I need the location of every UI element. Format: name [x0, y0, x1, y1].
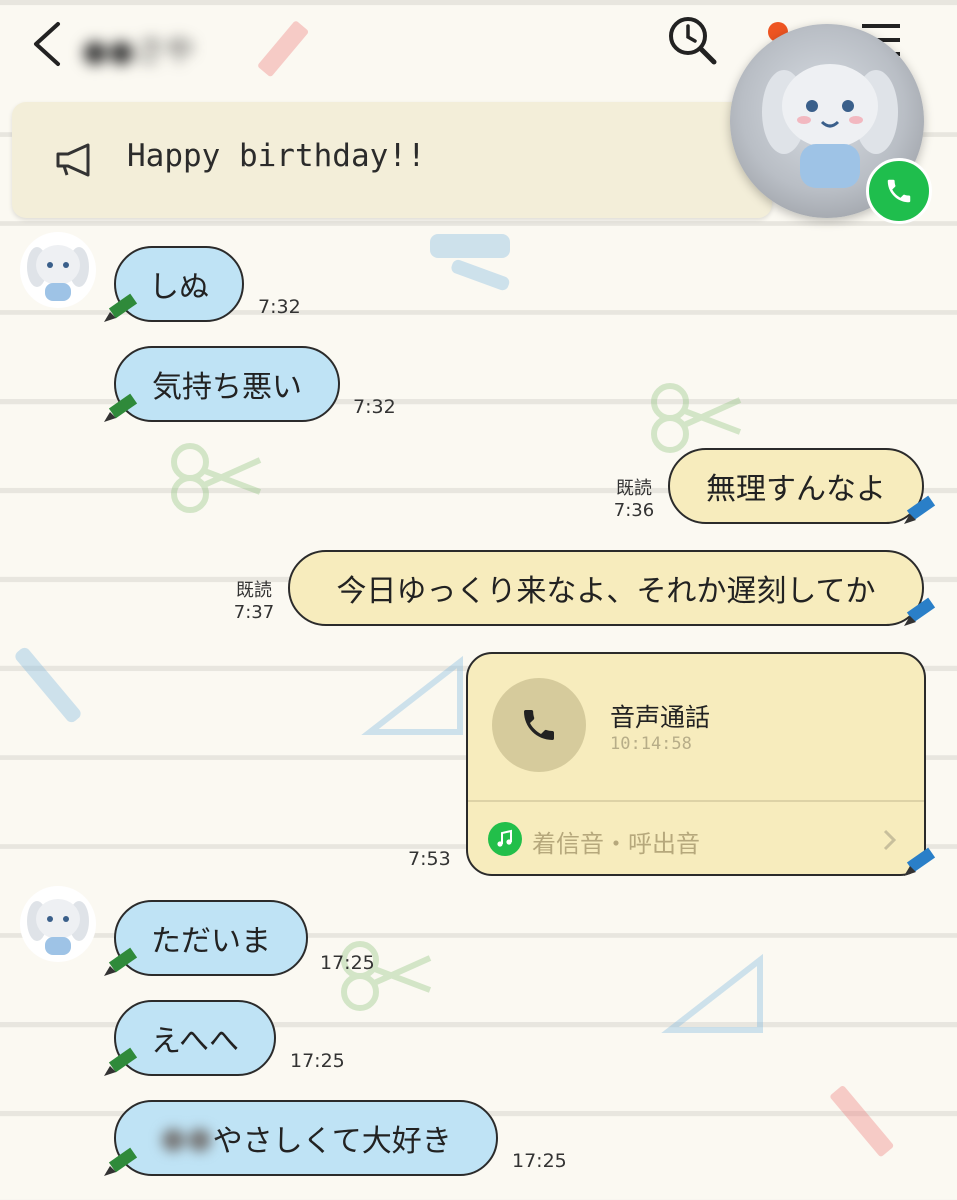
- call-icon-circle: [492, 678, 586, 772]
- message-text: ただいま: [151, 924, 271, 959]
- pencil-icon: [104, 947, 138, 976]
- message-text: しぬ: [149, 270, 209, 305]
- message-text: 今日ゆっくり来なよ、それか遅刻してか: [336, 574, 876, 609]
- ringtone-link[interactable]: 着信音・呼出音: [532, 824, 700, 859]
- message-text: やさしくて大好き: [212, 1124, 452, 1159]
- call-title: 音声通話: [610, 703, 711, 732]
- message-bubble-outgoing[interactable]: 無理すんなよ: [668, 448, 924, 524]
- call-duration: 10:14:58: [610, 734, 692, 754]
- message-time: 7:32: [353, 396, 396, 418]
- hidden-name: ●●: [160, 1120, 213, 1156]
- message-text: 無理すんなよ: [706, 472, 886, 507]
- divider: [468, 800, 924, 802]
- contact-name: ●●さや: [82, 34, 195, 69]
- pencil-icon: [104, 393, 138, 422]
- pencil-icon: [904, 495, 936, 524]
- ruler-doodle-icon: [661, 953, 763, 1033]
- search-icon[interactable]: [664, 12, 720, 68]
- read-receipt: 既読 7:37: [233, 580, 275, 623]
- pencil-icon: [104, 1047, 138, 1076]
- pencil-doodle-icon: [258, 21, 309, 77]
- contact-avatar[interactable]: [20, 232, 96, 308]
- plush-avatar-icon: [27, 245, 89, 301]
- announcement-banner[interactable]: Happy birthday!!: [12, 102, 772, 218]
- read-receipt: 既読 7:36: [613, 478, 655, 521]
- pencil-doodle-icon: [830, 1085, 894, 1157]
- voice-call-card[interactable]: 音声通話 10:14:58 着信音・呼出音: [466, 652, 926, 876]
- paint-tube-doodle-icon: [430, 234, 510, 291]
- phone-icon: [524, 710, 554, 740]
- megaphone-icon: [56, 143, 90, 177]
- pencil-icon: [104, 1147, 138, 1176]
- pencil-icon: [904, 847, 936, 876]
- scissors-doodle-icon: [171, 443, 262, 513]
- plush-avatar-icon: [27, 899, 89, 955]
- scissors-doodle-icon: [341, 941, 432, 1011]
- message-bubble-outgoing[interactable]: 今日ゆっくり来なよ、それか遅刻してか: [288, 550, 924, 626]
- ruler-doodle-icon: [361, 655, 463, 735]
- message-bubble-incoming[interactable]: 気持ち悪い: [114, 346, 340, 422]
- message-time: 17:25: [320, 952, 375, 974]
- call-overlay-phone-button[interactable]: [866, 158, 932, 224]
- phone-icon: [887, 179, 911, 203]
- brush-doodle-icon: [15, 647, 81, 723]
- message-bubble-incoming[interactable]: ●● やさしくて大好き: [114, 1100, 498, 1176]
- pencil-icon: [104, 293, 138, 322]
- message-text: 気持ち悪い: [152, 370, 302, 405]
- back-icon[interactable]: [28, 20, 68, 68]
- message-time: 17:25: [512, 1150, 567, 1172]
- announcement-text: Happy birthday!!: [127, 138, 426, 174]
- message-bubble-incoming[interactable]: ただいま: [114, 900, 308, 976]
- message-time: 7:53: [408, 848, 451, 870]
- contact-avatar[interactable]: [20, 886, 96, 962]
- pencil-icon: [904, 597, 936, 626]
- chevron-right-icon[interactable]: [882, 828, 898, 852]
- message-time: 7:32: [258, 296, 301, 318]
- message-time: 17:25: [290, 1050, 345, 1072]
- message-text: えへへ: [151, 1024, 239, 1059]
- music-note-icon: [488, 822, 522, 856]
